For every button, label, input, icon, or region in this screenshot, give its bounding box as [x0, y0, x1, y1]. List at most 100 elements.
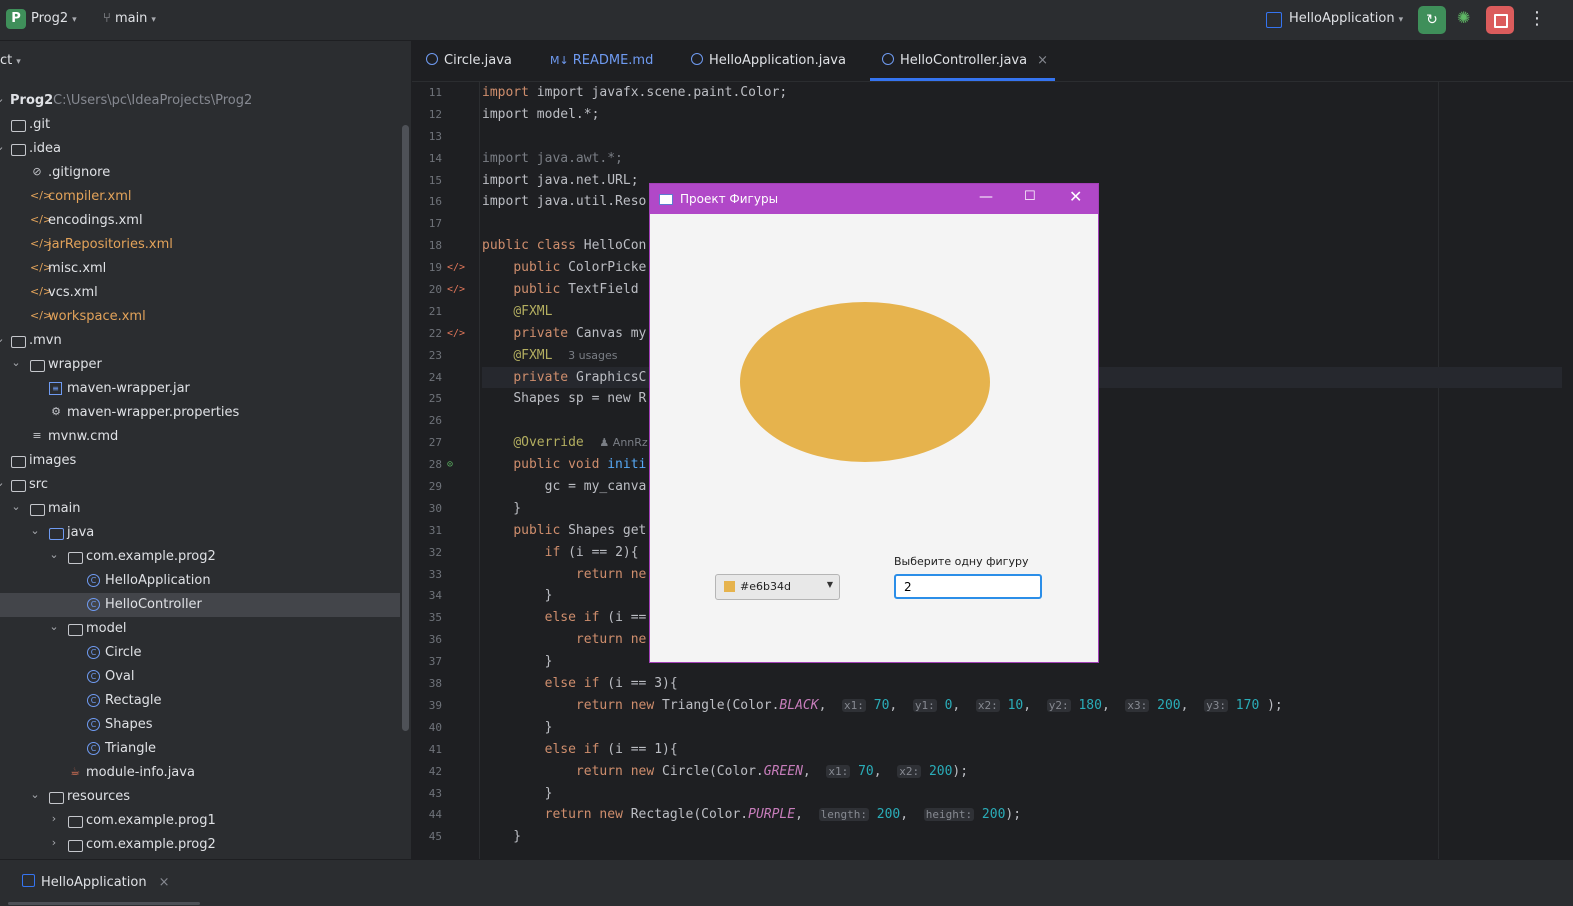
tree-item-gitignore[interactable]: ⊘ .gitignore: [0, 161, 400, 185]
line-number-gutter: 11 12 13 14 15 16 17 18 19 </> 20 </> 21 22 </> 23 24 25 2…: [412, 82, 478, 848]
run-config-name: HelloApplication: [1289, 11, 1395, 26]
tree-item-java[interactable]: ⌄ java: [0, 521, 400, 545]
maximize-icon[interactable]: ☐: [1024, 189, 1036, 204]
code-line-43: }: [482, 785, 553, 801]
code-text: (i == 3){: [607, 676, 678, 692]
class-icon: C: [87, 646, 100, 659]
tree-item-misc-xml[interactable]: </> misc.xml: [0, 257, 400, 281]
tree-item-res-prog2[interactable]: › com.example.prog2: [0, 833, 400, 857]
tree-item-maven-wrapper-properties[interactable]: ⚙ maven-wrapper.properties: [0, 401, 400, 425]
run-config-selector[interactable]: HelloApplication ▾: [1289, 11, 1403, 26]
line-number: 22 </>: [412, 323, 465, 345]
chevron-down-icon: ⌄: [0, 476, 6, 489]
tree-item-mvnw-cmd[interactable]: ≡ mvnw.cmd: [0, 425, 400, 449]
line-number: 21: [428, 304, 442, 318]
tree-item-workspace-xml[interactable]: </> workspace.xml: [0, 305, 400, 329]
stop-button[interactable]: [1486, 6, 1514, 34]
line-number: 24: [428, 370, 442, 384]
tree-item-package-prog2[interactable]: ⌄ com.example.prog2: [0, 545, 400, 569]
tree-item-helloapplication[interactable]: C HelloApplication: [0, 569, 400, 593]
param-hint: length:: [818, 808, 869, 822]
chevron-down-icon: ▾: [72, 15, 77, 25]
tree-item-git[interactable]: .git: [0, 113, 400, 137]
tree-item-mvn[interactable]: ⌄.mvn: [0, 329, 400, 353]
tree-item-shapes[interactable]: C Shapes: [0, 713, 400, 737]
tree-item-vcs-xml[interactable]: </> vcs.xml: [0, 281, 400, 305]
run-tool-window-bar: HelloApplication ×: [0, 859, 1573, 906]
code-line-39: return new Triangle(Color.BLACK, x1: 70,…: [575, 697, 1283, 713]
tree-item-idea[interactable]: ⌄.idea: [0, 137, 400, 161]
chevron-down-icon: ⌄: [49, 620, 59, 633]
override-icon[interactable]: ⊙: [447, 454, 453, 476]
close-icon[interactable]: ×: [159, 875, 170, 890]
debug-icon[interactable]: ✺: [1457, 8, 1470, 27]
code-text: Canvas my: [575, 325, 647, 341]
run-tab-helloapplication[interactable]: HelloApplication ×: [22, 874, 170, 890]
project-view-header[interactable]: ct ▾: [0, 53, 21, 68]
tab-hellocontroller-java[interactable]: HelloController.java ×: [882, 53, 1048, 68]
tree-item-module-info[interactable]: ☕ module-info.java: [0, 761, 400, 785]
project-badge-icon[interactable]: P: [6, 9, 26, 29]
line-number: 32: [428, 545, 442, 559]
tree-item-prog2[interactable]: ⌄ Prog2 C:\Users\pc\IdeaProjects\Prog2: [0, 89, 400, 113]
tree-scrollbar[interactable]: [402, 125, 409, 731]
line-number: 36: [428, 633, 442, 647]
line-number: 43: [428, 786, 442, 800]
xml-file-icon: </>: [30, 261, 53, 274]
author-hint[interactable]: ♟ AnnRz: [599, 436, 647, 449]
line-number: 19 </>: [412, 257, 465, 279]
tree-item-oval[interactable]: C Oval: [0, 665, 400, 689]
minimize-icon[interactable]: —: [979, 189, 993, 205]
code-line-44: return new Rectagle(Color.PURPLE, length…: [544, 807, 1022, 823]
code-text: PURPLE: [748, 807, 796, 823]
code-line-38: else if (i == 3){: [544, 676, 678, 692]
code-text: import javafx.scene.paint.Color;: [536, 85, 788, 100]
color-picker[interactable]: #e6b34d ▼: [715, 574, 840, 600]
tab-circle-java[interactable]: Circle.java: [426, 53, 512, 68]
close-icon[interactable]: ×: [1037, 53, 1048, 68]
tab-readme-md[interactable]: M↓ README.md: [550, 53, 653, 68]
shape-number-input[interactable]: 2: [894, 574, 1042, 599]
tree-item-maven-wrapper-jar[interactable]: ≡ maven-wrapper.jar: [0, 377, 400, 401]
chevron-down-icon: ⌄: [0, 332, 6, 345]
fxml-link-icon[interactable]: </>: [447, 257, 465, 279]
tree-item-rectagle[interactable]: C Rectagle: [0, 689, 400, 713]
tree-item-main[interactable]: ⌄ main: [0, 497, 400, 521]
code-text: Shapes get: [568, 522, 647, 538]
tree-item-resources[interactable]: ⌄ resources: [0, 785, 400, 809]
line-number: 15: [428, 173, 442, 187]
line-number: 18: [428, 239, 442, 253]
code-text: (i ==: [607, 610, 647, 626]
tree-item-images[interactable]: images: [0, 449, 400, 473]
more-options-icon[interactable]: ⋮: [1528, 8, 1546, 29]
tree-item-circle[interactable]: C Circle: [0, 641, 400, 665]
class-icon: C: [87, 670, 100, 683]
tree-item-compiler-xml[interactable]: </> compiler.xml: [0, 185, 400, 209]
tree-item-triangle[interactable]: C Triangle: [0, 737, 400, 761]
fxml-link-icon[interactable]: </>: [447, 323, 465, 345]
tree-item-hellocontroller[interactable]: C HelloController: [0, 593, 400, 617]
tree-item-model[interactable]: ⌄ model: [0, 617, 400, 641]
usages-hint[interactable]: 3 usages: [568, 349, 617, 362]
project-selector[interactable]: Prog2 ▾: [31, 11, 77, 26]
code-text: @Override: [513, 435, 584, 451]
line-number: 25: [428, 392, 442, 406]
tree-item-res-prog1[interactable]: › com.example.prog1: [0, 809, 400, 833]
chevron-down-icon: ⌄: [0, 92, 6, 105]
tree-item-src[interactable]: ⌄src: [0, 473, 400, 497]
tree-item-jarrepositories-xml[interactable]: </> jarRepositories.xml: [0, 233, 400, 257]
fx-window-titlebar[interactable]: Проект Фигуры — ☐ ✕: [650, 184, 1098, 214]
tab-helloapplication-java[interactable]: HelloApplication.java: [691, 53, 846, 68]
chevron-down-icon: ▾: [1398, 15, 1404, 25]
close-icon[interactable]: ✕: [1069, 187, 1082, 206]
run-config-icon: [1266, 12, 1282, 28]
branch-selector[interactable]: ⑂ main ▾: [103, 11, 156, 26]
param-hint: x2:: [897, 764, 922, 778]
tree-item-encodings-xml[interactable]: </> encodings.xml: [0, 209, 400, 233]
project-tool-window: ct▾ ⌄ Prog2 C:\Users\pc\IdeaProjects\Pro…: [0, 41, 411, 859]
class-icon: [426, 53, 438, 65]
tree-item-wrapper[interactable]: ⌄ wrapper: [0, 353, 400, 377]
fxml-link-icon[interactable]: </>: [447, 279, 465, 301]
app-window-icon: [659, 194, 673, 205]
rerun-button[interactable]: ↻: [1418, 6, 1446, 34]
